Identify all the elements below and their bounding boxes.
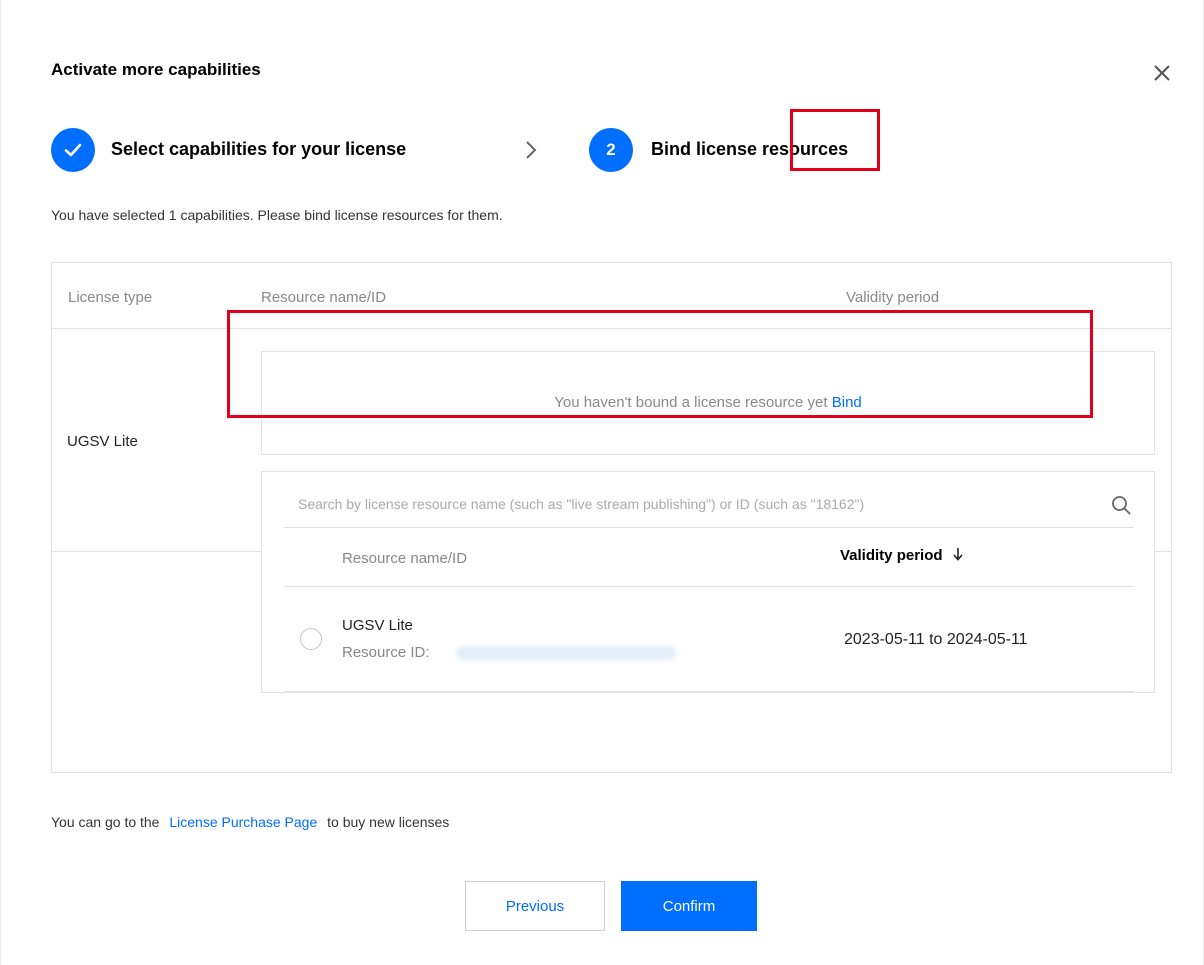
resource-row-highlight-box xyxy=(227,310,1093,418)
resource-validity: 2023-05-11 to 2024-05-11 xyxy=(844,631,1028,648)
close-icon xyxy=(1154,65,1170,81)
previous-button[interactable]: Previous xyxy=(465,881,605,931)
bind-highlight-box xyxy=(790,109,880,171)
header-validity: Validity period xyxy=(846,289,940,306)
resource-id-redacted xyxy=(456,646,676,660)
step-1-label: Select capabilities for your license xyxy=(111,139,407,159)
dropdown-bottom-line xyxy=(284,691,1134,692)
purchase-hint: You can go to the License Purchase Page … xyxy=(51,814,449,830)
resource-dropdown: Resource name/ID Validity period UGSV Li… xyxy=(261,471,1155,693)
purchase-prefix: You can go to the xyxy=(51,814,160,830)
dropdown-header-validity[interactable]: Validity period xyxy=(840,547,965,564)
activate-capabilities-dialog: Activate more capabilities Select capabi… xyxy=(0,0,1204,965)
purchase-suffix: to buy new licenses xyxy=(327,814,450,830)
chevron-right-icon xyxy=(526,141,537,159)
dropdown-header-resource: Resource name/ID xyxy=(342,550,468,567)
step-1-indicator xyxy=(51,128,95,172)
search-bar xyxy=(284,482,1134,528)
dropdown-header-validity-label: Validity period xyxy=(840,547,943,564)
arrow-down-icon xyxy=(952,548,963,561)
step-2-indicator: 2 xyxy=(589,128,633,172)
header-resource: Resource name/ID xyxy=(261,289,387,306)
license-purchase-link[interactable]: License Purchase Page xyxy=(169,814,317,830)
dialog-title: Activate more capabilities xyxy=(51,60,261,79)
step-2-number: 2 xyxy=(606,140,616,159)
check-icon xyxy=(64,143,82,157)
close-button[interactable] xyxy=(1147,58,1177,88)
intro-text: You have selected 1 capabilities. Please… xyxy=(51,207,503,223)
header-license-type: License type xyxy=(68,289,153,306)
search-input[interactable] xyxy=(298,482,1078,526)
list-item[interactable]: UGSV Lite Resource ID: 2023-05-11 to 202… xyxy=(284,587,1134,691)
search-icon[interactable] xyxy=(1110,494,1132,516)
resource-radio[interactable] xyxy=(300,628,322,650)
resource-id-label: Resource ID: xyxy=(342,644,430,661)
row-divider xyxy=(52,551,262,552)
confirm-button[interactable]: Confirm xyxy=(621,881,757,931)
row-license-type: UGSV Lite xyxy=(67,433,138,450)
resource-name: UGSV Lite xyxy=(342,617,413,634)
